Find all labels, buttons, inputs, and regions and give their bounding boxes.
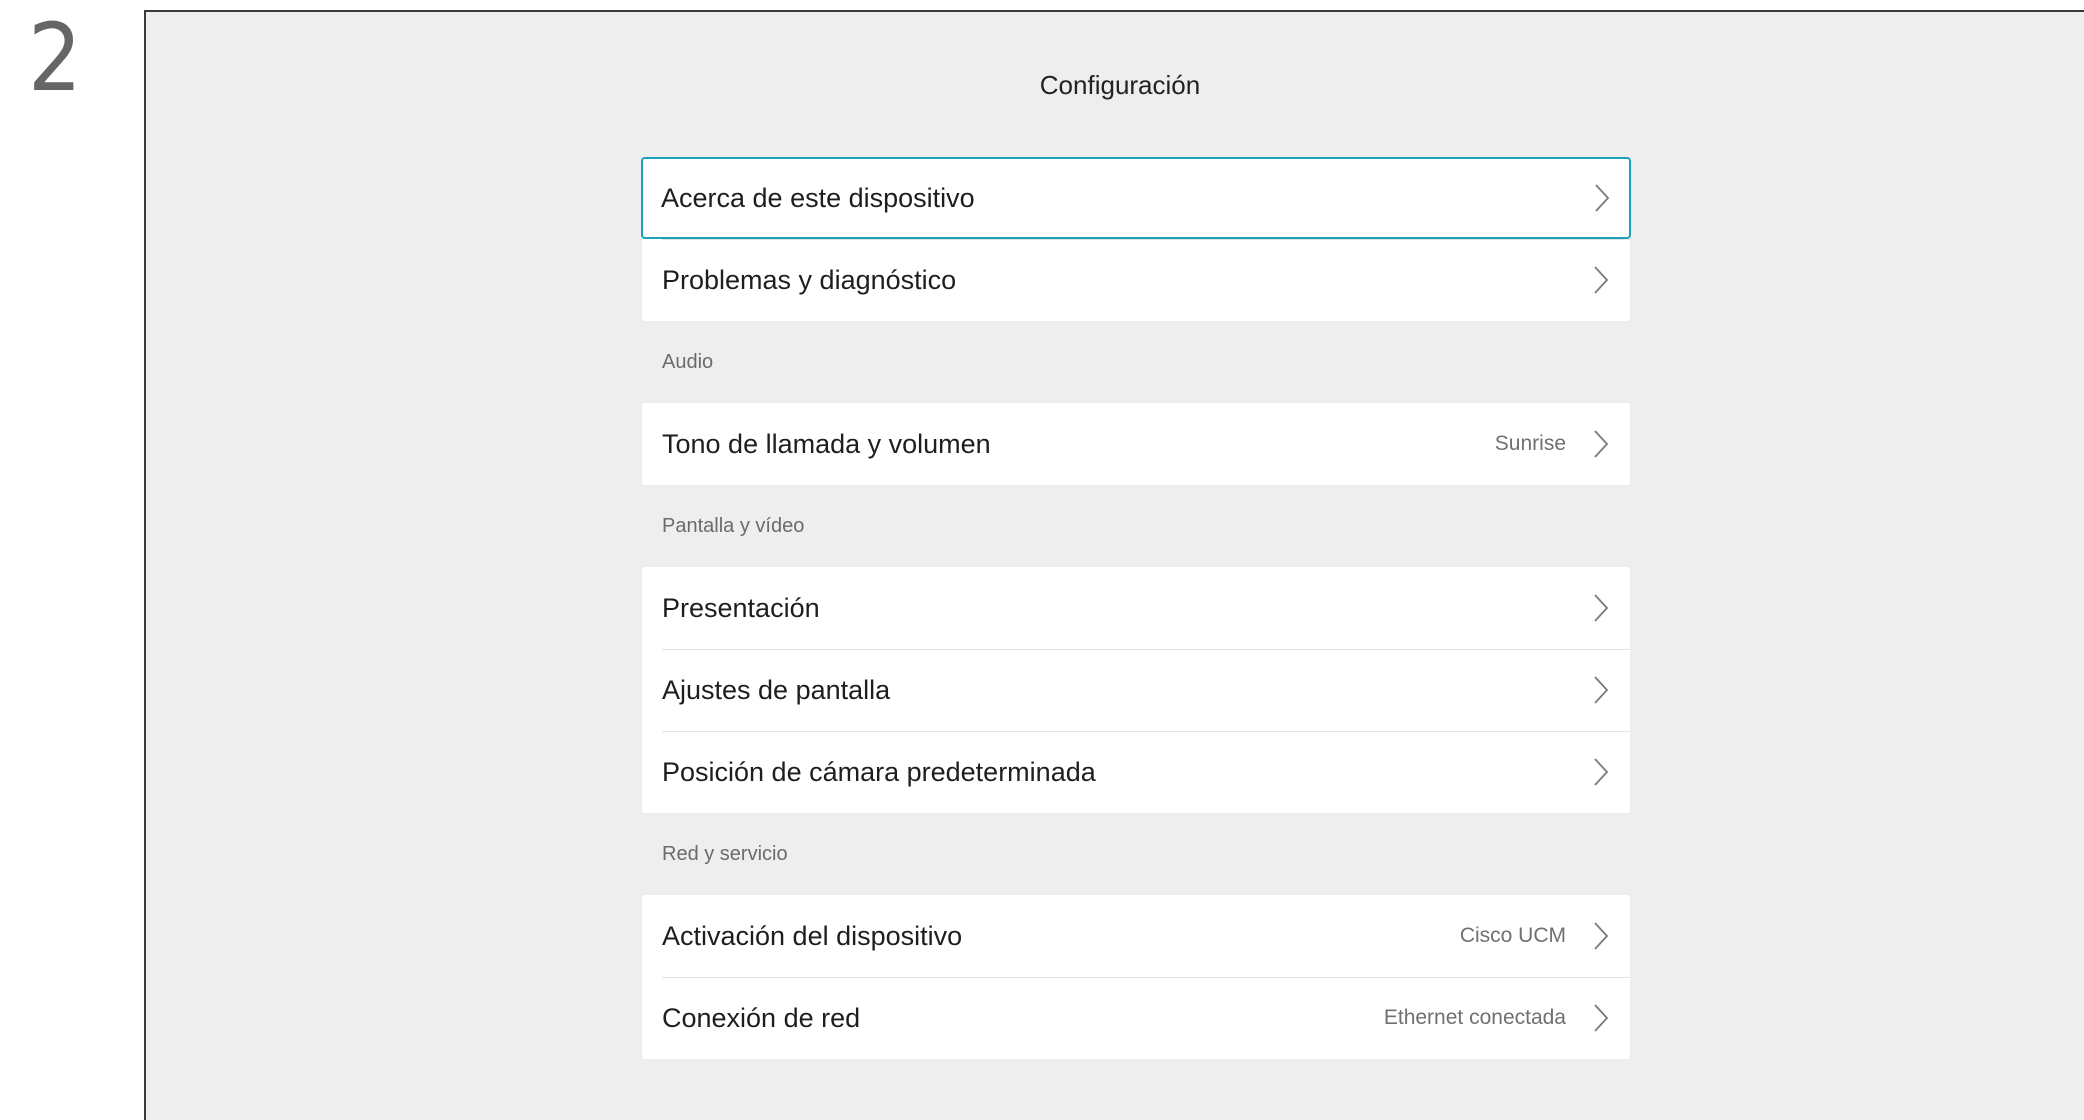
settings-item-presentation[interactable]: Presentación [642, 567, 1630, 649]
section-header-network-service: Red y servicio [662, 843, 788, 865]
settings-item-display-settings[interactable]: Ajustes de pantalla [642, 649, 1630, 731]
settings-screen: Configuración Acerca de este dispositivo… [144, 10, 2084, 1120]
settings-item-value: Sunrise [1494, 432, 1566, 455]
settings-item-value: Ethernet conectada [1383, 1006, 1566, 1029]
settings-group-display-video: Presentación Ajustes de pantalla Posició… [642, 567, 1630, 813]
settings-item-default-camera-position[interactable]: Posición de cámara predeterminada [642, 731, 1630, 813]
page-title: Configuración [1039, 70, 1201, 100]
chevron-right-icon [1593, 182, 1611, 214]
settings-item-label: Presentación [662, 592, 820, 623]
chevron-right-icon [1592, 592, 1610, 624]
settings-group-network-service: Activación del dispositivo Cisco UCM Con… [642, 895, 1630, 1059]
chevron-right-icon [1592, 264, 1610, 296]
settings-list: Acerca de este dispositivo Problemas y d… [641, 157, 1631, 1059]
settings-item-label: Activación del dispositivo [662, 920, 963, 951]
settings-item-ringtone-volume[interactable]: Tono de llamada y volumen Sunrise [642, 403, 1630, 485]
settings-item-label: Ajustes de pantalla [662, 674, 891, 705]
section-header-display-video: Pantalla y vídeo [662, 515, 805, 537]
chevron-right-icon [1592, 674, 1610, 706]
chevron-right-icon [1592, 756, 1610, 788]
settings-item-label: Tono de llamada y volumen [662, 428, 991, 459]
settings-item-device-activation[interactable]: Activación del dispositivo Cisco UCM [642, 895, 1630, 977]
settings-group-audio: Tono de llamada y volumen Sunrise [642, 403, 1630, 485]
chevron-right-icon [1592, 920, 1610, 952]
section-header-audio: Audio [662, 351, 714, 373]
step-number: 2 [28, 4, 82, 113]
settings-item-label: Posición de cámara predeterminada [662, 756, 1096, 787]
settings-group-general: Acerca de este dispositivo Problemas y d… [641, 157, 1631, 321]
settings-item-label: Problemas y diagnóstico [662, 264, 957, 295]
settings-item-diagnostics[interactable]: Problemas y diagnóstico [642, 239, 1630, 321]
settings-item-about-device[interactable]: Acerca de este dispositivo [641, 157, 1631, 239]
settings-item-network-connection[interactable]: Conexión de red Ethernet conectada [642, 977, 1630, 1059]
chevron-right-icon [1592, 1002, 1610, 1034]
settings-item-value: Cisco UCM [1459, 924, 1566, 947]
settings-item-label: Acerca de este dispositivo [661, 182, 975, 213]
chevron-right-icon [1592, 428, 1610, 460]
settings-item-label: Conexión de red [662, 1002, 861, 1033]
